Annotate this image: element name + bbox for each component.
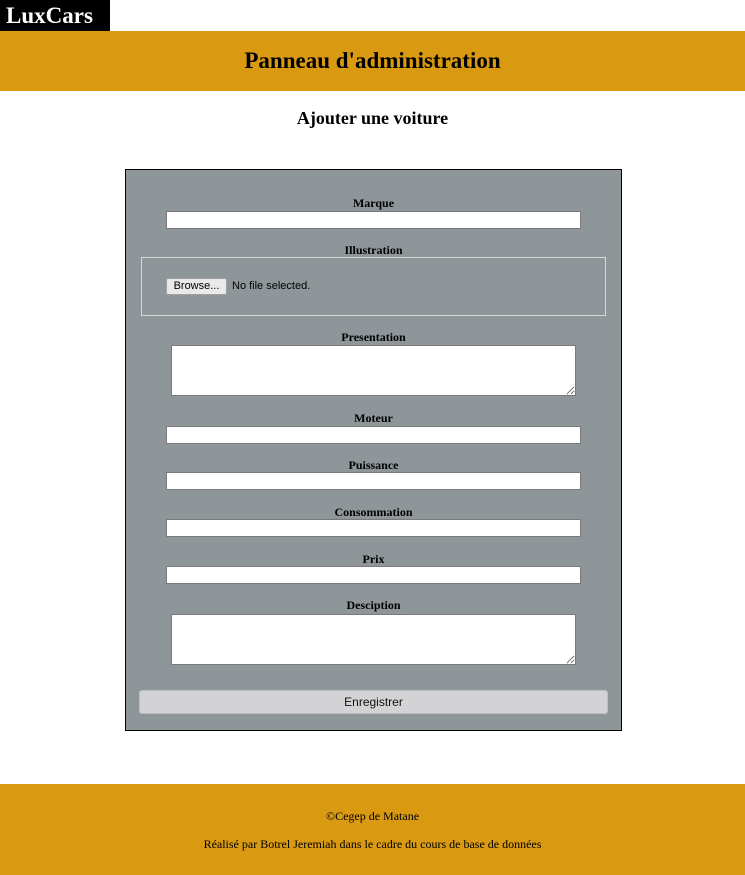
presentation-textarea[interactable] — [171, 345, 576, 396]
moteur-label: Moteur — [354, 411, 393, 425]
file-status: No file selected. — [232, 280, 311, 292]
admin-header: Panneau d'administration — [0, 31, 745, 91]
presentation-wrapper: ⋰ — [126, 345, 621, 398]
consommation-label: Consommation — [334, 505, 413, 519]
browse-button[interactable]: Browse... — [166, 278, 227, 295]
description-textarea[interactable] — [171, 614, 576, 665]
footer-copyright: ©Cegep de Matane — [325, 809, 420, 823]
consommation-input[interactable] — [166, 519, 581, 537]
presentation-label: Presentation — [341, 330, 406, 344]
add-car-form: Marque Illustration Browse... No file se… — [125, 169, 622, 731]
prix-input[interactable] — [166, 566, 581, 584]
description-label: Desciption — [346, 598, 401, 612]
moteur-input[interactable] — [166, 426, 581, 444]
puissance-input[interactable] — [166, 472, 581, 490]
illustration-label: Illustration — [344, 243, 403, 257]
footer: ©Cegep de Matane Réalisé par Botrel Jere… — [0, 784, 745, 875]
description-wrapper: ⋰ — [126, 614, 621, 667]
save-button[interactable]: Enregistrer — [139, 690, 608, 714]
footer-credit: Réalisé par Botrel Jeremiah dans le cadr… — [203, 837, 542, 851]
illustration-fieldset: Browse... No file selected. — [141, 257, 606, 316]
logo[interactable]: LuxCars — [0, 0, 110, 31]
prix-label: Prix — [362, 552, 385, 566]
puissance-label: Puissance — [348, 458, 399, 472]
page-title: Panneau d'administration — [244, 48, 501, 73]
marque-label: Marque — [352, 196, 395, 210]
marque-input[interactable] — [166, 211, 581, 229]
form-title: Ajouter une voiture — [296, 108, 449, 128]
